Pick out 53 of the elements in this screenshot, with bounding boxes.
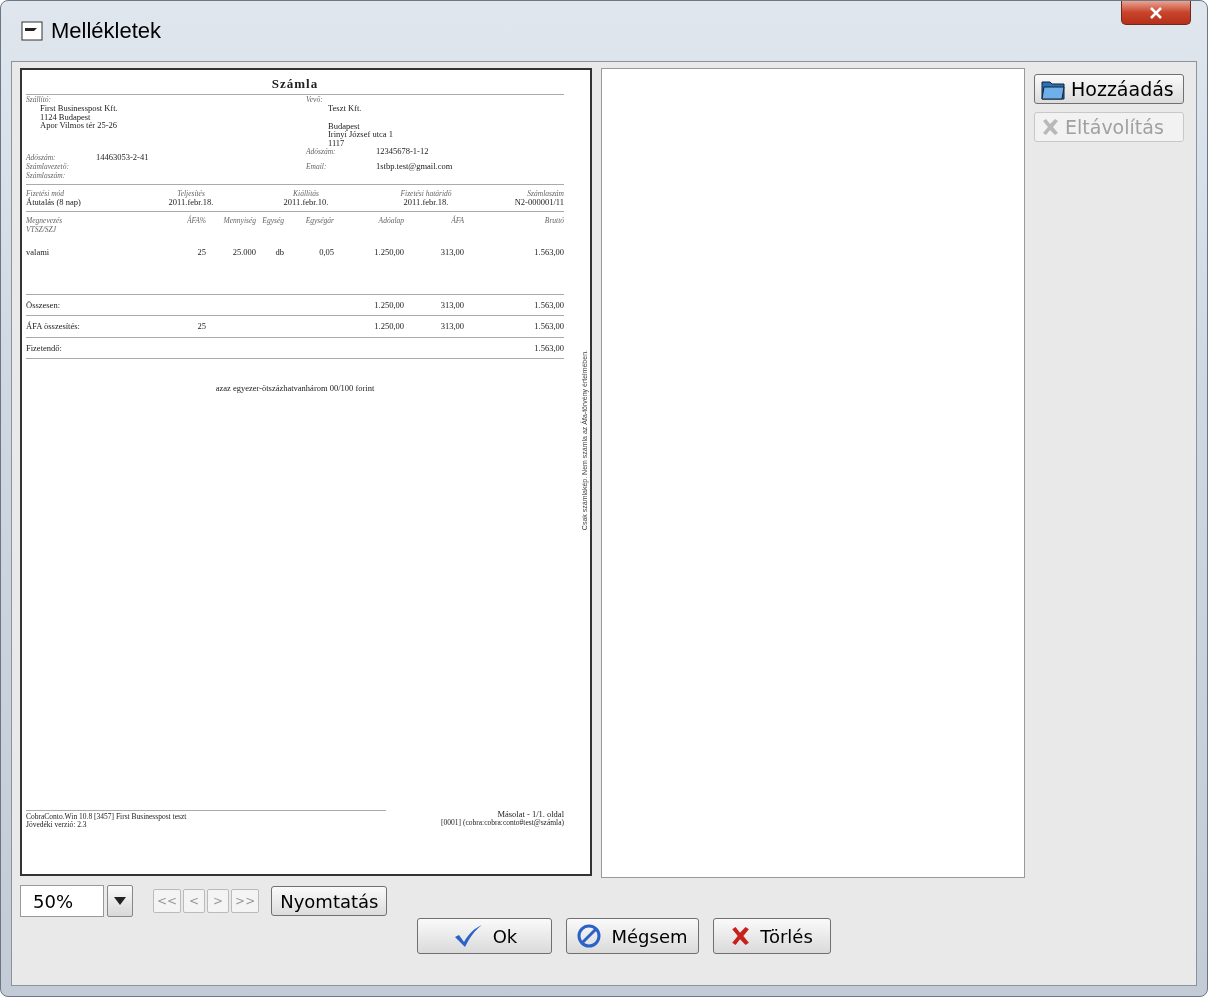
document-text: 1.563,00 (533, 247, 564, 256)
document-text: 313,00 (439, 247, 464, 256)
ok-button[interactable]: Ok (417, 918, 553, 954)
document-text: 0,05 (318, 247, 334, 256)
document-text: valami (26, 247, 51, 256)
document-text: 1stbp.test@gmail.com (376, 162, 454, 171)
document-text: 1117 (328, 138, 345, 147)
cancel-button[interactable]: Mégsem (566, 918, 699, 954)
close-button[interactable] (1121, 1, 1191, 25)
window-icon (21, 21, 43, 41)
document-text: 1.250,00 (373, 300, 404, 309)
document-text: 25.000 (231, 247, 256, 256)
document-text: 1.250,00 (373, 322, 404, 331)
document-text: Irinyi József utca 1 (328, 130, 394, 139)
document-text: 1.563,00 (533, 322, 564, 331)
document-text: 12345678-1-12 (376, 147, 430, 156)
document-text: 2011.febr.18. (167, 198, 215, 207)
document-text: 25 (196, 322, 206, 331)
print-button[interactable]: Nyomtatás (271, 886, 388, 916)
document-text: ÁFA összesítés: (26, 322, 81, 331)
document-text: Fizetendő: (26, 343, 63, 352)
folder-icon (1041, 78, 1065, 100)
close-icon (1149, 6, 1163, 19)
x-icon (730, 926, 751, 946)
document-text: 313,00 (439, 322, 464, 331)
document-text: First Businesspost Kft. (40, 104, 119, 113)
document-text: Átutalás (8 nap) (26, 198, 82, 207)
document-text: db (274, 247, 284, 256)
document-text: Összesen: (26, 300, 61, 309)
window-title: Mellékletek (51, 18, 162, 44)
document-text: 14463053-2-41 (96, 153, 150, 162)
document-text: azaz egyezer-ötszázhatvanhárom 00/100 forint (214, 383, 376, 393)
document-text: 1124 Budapest (40, 112, 91, 121)
document-text: Másolat - 1/1. oldal (496, 810, 564, 819)
document-text: Teszt Kft. (328, 104, 363, 113)
add-button[interactable]: Hozzáadás (1034, 74, 1184, 104)
document-text: 1.563,00 (533, 300, 564, 309)
delete-button[interactable]: Törlés (712, 918, 831, 954)
prohibited-icon (577, 924, 602, 948)
document-text: 25 (196, 247, 206, 256)
document-text: 2011.febr.18. (402, 198, 450, 207)
document-text: N2-000001/11 (513, 198, 564, 207)
document-title: Számla (26, 76, 564, 95)
document-text: Apor Vilmos tér 25-26 (40, 121, 118, 130)
caret-icon (114, 897, 126, 905)
document-text: Budapest (328, 121, 360, 130)
document-text: 2011.febr.10. (282, 198, 330, 207)
zoom-field[interactable]: 50% (20, 885, 104, 917)
document-text: 1.250,00 (373, 247, 404, 256)
x-icon (1041, 118, 1059, 136)
document-text: 1.563,00 (533, 343, 564, 352)
dropdown-button[interactable] (107, 885, 133, 917)
document-text: 313,00 (439, 300, 464, 309)
